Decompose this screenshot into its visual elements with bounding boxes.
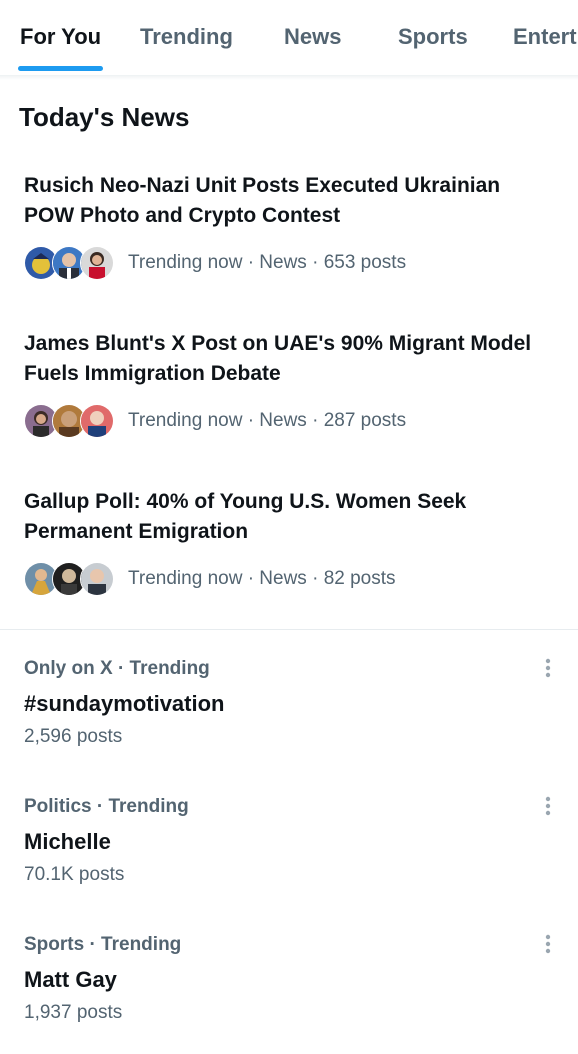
tab-trending[interactable]: Trending bbox=[140, 24, 233, 50]
avatar-group bbox=[24, 246, 116, 280]
news-meta: Trending now · News · 287 posts bbox=[24, 403, 406, 439]
trend-context: Politics · Trending bbox=[24, 796, 189, 817]
tab-sports[interactable]: Sports bbox=[398, 24, 468, 50]
trend-item[interactable]: Only on X · Trending #sundaymotivation 2… bbox=[0, 658, 578, 778]
trend-name: Matt Gay bbox=[24, 967, 117, 992]
trend-name: Michelle bbox=[24, 829, 111, 854]
trend-post-count: 70.1K posts bbox=[24, 864, 125, 885]
news-item[interactable]: Rusich Neo-Nazi Unit Posts Executed Ukra… bbox=[0, 171, 578, 301]
more-options-button[interactable] bbox=[538, 656, 558, 682]
trend-item[interactable]: Politics · Trending Michelle 70.1K posts bbox=[0, 796, 578, 916]
tab-news[interactable]: News bbox=[284, 24, 341, 50]
explore-tab-bar: For You Trending News Sports Entert bbox=[0, 0, 578, 76]
section-divider bbox=[0, 629, 578, 630]
news-meta: Trending now · News · 653 posts bbox=[24, 245, 406, 281]
more-vertical-icon bbox=[545, 796, 551, 816]
avatar-group bbox=[24, 562, 116, 596]
news-item[interactable]: Gallup Poll: 40% of Young U.S. Women See… bbox=[0, 487, 578, 617]
trend-name: #sundaymotivation bbox=[24, 691, 225, 716]
tab-for-you[interactable]: For You bbox=[20, 24, 101, 50]
news-meta-text: Trending now · News · 653 posts bbox=[128, 252, 407, 273]
trend-context: Sports · Trending bbox=[24, 934, 182, 955]
more-options-button[interactable] bbox=[538, 932, 558, 958]
avatar bbox=[80, 562, 114, 596]
avatar bbox=[80, 404, 114, 438]
avatar bbox=[80, 246, 114, 280]
news-headline: Rusich Neo-Nazi Unit Posts Executed Ukra… bbox=[24, 174, 501, 227]
tab-entertainment[interactable]: Entert bbox=[513, 24, 577, 50]
tab-bar-shadow bbox=[0, 76, 578, 80]
trend-post-count: 1,937 posts bbox=[24, 1002, 123, 1023]
news-meta: Trending now · News · 82 posts bbox=[24, 561, 396, 597]
more-vertical-icon bbox=[545, 658, 551, 678]
news-headline: James Blunt's X Post on UAE's 90% Migran… bbox=[24, 332, 532, 385]
news-meta-text: Trending now · News · 287 posts bbox=[128, 410, 407, 431]
news-headline: Gallup Poll: 40% of Young U.S. Women See… bbox=[24, 490, 467, 543]
more-vertical-icon bbox=[545, 934, 551, 954]
news-item[interactable]: James Blunt's X Post on UAE's 90% Migran… bbox=[0, 329, 578, 459]
news-meta-text: Trending now · News · 82 posts bbox=[128, 568, 396, 589]
trend-context: Only on X · Trending bbox=[24, 658, 210, 679]
trend-post-count: 2,596 posts bbox=[24, 726, 123, 747]
avatar-group bbox=[24, 404, 116, 438]
trend-item[interactable]: Sports · Trending Matt Gay 1,937 posts bbox=[0, 934, 578, 1054]
section-title: Today's News bbox=[19, 102, 190, 132]
active-tab-indicator bbox=[18, 66, 103, 71]
more-options-button[interactable] bbox=[538, 794, 558, 820]
